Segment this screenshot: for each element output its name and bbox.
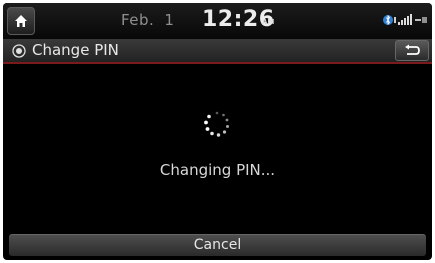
bluetooth-icon [383,14,393,26]
infotainment-screen: Feb. 1 12:26 AM Change PIN Changing PIN.… [3,3,432,260]
clock-ampm: AM [262,18,275,26]
phone-icon [394,17,396,23]
loading-spinner-icon [204,111,229,137]
page-title: Change PIN [32,41,119,59]
date-display: Feb. 1 [121,11,174,29]
status-icons [383,14,427,26]
date-month: Feb. [121,11,155,29]
back-arrow-icon [405,44,420,55]
signal-bars-icon [398,14,412,25]
content-area: Changing PIN... [3,64,432,234]
title-bar: Change PIN [3,39,432,64]
network-icon [415,17,427,23]
back-button[interactable] [395,40,429,61]
date-day: 1 [164,11,175,29]
home-button[interactable] [7,7,35,35]
status-bar: Feb. 1 12:26 AM [3,3,432,39]
cancel-button[interactable]: Cancel [9,234,426,256]
radio-button-icon [12,44,26,58]
home-icon [15,15,27,27]
status-message: Changing PIN... [159,161,276,179]
